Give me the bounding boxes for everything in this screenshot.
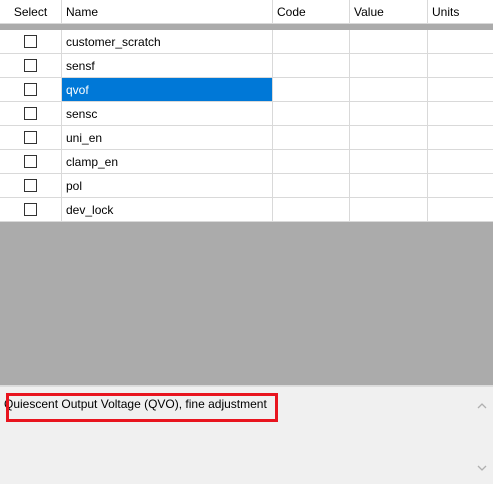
code-cell[interactable] [273,54,350,78]
name-cell[interactable]: clamp_en [62,150,273,174]
code-cell[interactable] [273,102,350,126]
value-cell[interactable] [350,78,428,102]
value-cell[interactable] [350,150,428,174]
units-cell[interactable] [428,54,493,78]
name-cell[interactable]: pol [62,174,273,198]
value-cell[interactable] [350,30,428,54]
code-cell[interactable] [273,30,350,54]
table-row[interactable]: sensf [0,54,493,78]
table-row[interactable]: pol [0,174,493,198]
header-name[interactable]: Name [62,0,273,24]
header-code[interactable]: Code [273,0,350,24]
value-cell[interactable] [350,102,428,126]
select-checkbox[interactable] [24,83,37,96]
header-value[interactable]: Value [350,0,428,24]
code-cell[interactable] [273,126,350,150]
table-row[interactable]: customer_scratch [0,30,493,54]
value-cell[interactable] [350,54,428,78]
grid-header: Select Name Code Value Units [0,0,493,24]
chevron-up-icon[interactable] [477,400,487,412]
table-row-selected[interactable]: qvof [0,78,493,102]
select-checkbox[interactable] [24,107,37,120]
code-cell[interactable] [273,78,350,102]
units-cell[interactable] [428,150,493,174]
code-cell[interactable] [273,198,350,222]
select-checkbox[interactable] [24,131,37,144]
value-cell[interactable] [350,198,428,222]
name-cell[interactable]: sensf [62,54,273,78]
name-cell-selected[interactable]: qvof [62,78,273,102]
select-checkbox[interactable] [24,179,37,192]
table-row[interactable]: clamp_en [0,150,493,174]
value-cell[interactable] [350,126,428,150]
units-cell[interactable] [428,102,493,126]
units-cell[interactable] [428,78,493,102]
name-cell[interactable]: uni_en [62,126,273,150]
units-cell[interactable] [428,30,493,54]
code-cell[interactable] [273,174,350,198]
code-cell[interactable] [273,150,350,174]
chevron-down-icon[interactable] [477,463,487,475]
parameter-grid[interactable]: Select Name Code Value Units customer_sc… [0,0,493,385]
units-cell[interactable] [428,198,493,222]
header-select[interactable]: Select [0,0,62,24]
select-checkbox[interactable] [24,203,37,216]
units-cell[interactable] [428,174,493,198]
name-cell[interactable]: dev_lock [62,198,273,222]
units-cell[interactable] [428,126,493,150]
highlight-box [6,393,278,422]
table-row[interactable]: dev_lock [0,198,493,222]
name-cell[interactable]: sensc [62,102,273,126]
header-units[interactable]: Units [428,0,493,24]
select-checkbox[interactable] [24,59,37,72]
name-cell[interactable]: customer_scratch [62,30,273,54]
table-row[interactable]: sensc [0,102,493,126]
value-cell[interactable] [350,174,428,198]
select-checkbox[interactable] [24,35,37,48]
select-checkbox[interactable] [24,155,37,168]
table-row[interactable]: uni_en [0,126,493,150]
